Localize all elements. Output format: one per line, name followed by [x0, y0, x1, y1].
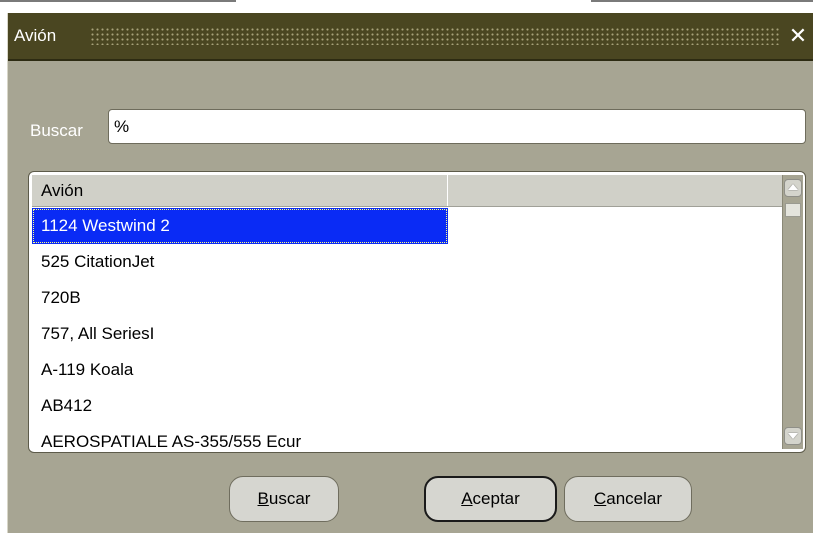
scroll-up-arrow-icon	[788, 184, 798, 190]
search-input[interactable]	[108, 109, 806, 144]
aircraft-list[interactable]: Avión 1124 Westwind 2 525 CitationJet 720B…	[28, 171, 806, 453]
cancelar-label: ancelar	[606, 489, 663, 508]
list-item[interactable]: 720B	[32, 280, 782, 316]
list-item[interactable]: 525 CitationJet	[32, 244, 782, 280]
title-bar-grip	[90, 27, 780, 45]
search-label: Buscar	[30, 121, 83, 140]
scroll-down-arrow-icon	[788, 433, 798, 439]
background-edge	[0, 0, 236, 2]
title-bar[interactable]: Avión ✕	[8, 13, 813, 61]
list-item[interactable]: AB412	[32, 388, 782, 424]
list-item[interactable]: AEROSPATIALE AS-355/555 Ecur	[32, 424, 782, 452]
scroll-up-button[interactable]	[784, 179, 802, 197]
list-rows: 1124 Westwind 2 525 CitationJet 720B 757, A…	[32, 208, 782, 452]
background-edge	[591, 0, 813, 2]
close-icon[interactable]: ✕	[786, 22, 810, 50]
column-header-empty	[448, 175, 782, 206]
vertical-scrollbar[interactable]	[782, 175, 803, 449]
cancelar-button[interactable]: Cancelar	[564, 476, 692, 522]
buscar-label: uscar	[268, 489, 311, 508]
avion-dialog: Avión ✕ Buscar Avión 1124 Westwind 2525 …	[7, 13, 813, 533]
dialog-title: Avión	[14, 26, 57, 45]
scroll-down-button[interactable]	[784, 427, 802, 445]
list-item[interactable]: A-119 Koala	[32, 352, 782, 388]
aceptar-button[interactable]: Aceptar	[424, 476, 557, 522]
list-header: Avión	[32, 175, 782, 207]
column-header-avion[interactable]: Avión	[32, 175, 448, 206]
buscar-button[interactable]: Buscar	[229, 476, 339, 522]
scroll-thumb[interactable]	[785, 203, 801, 217]
cancelar-mnemonic: C	[593, 489, 607, 508]
list-item[interactable]: 757, All SeriesI	[32, 316, 782, 352]
list-item-selected[interactable]: 1124 Westwind 2	[32, 208, 448, 244]
aceptar-label: ceptar	[472, 489, 520, 508]
buscar-mnemonic: B	[257, 489, 269, 508]
aceptar-mnemonic: A	[461, 489, 473, 508]
screen: Avión ✕ Buscar Avión 1124 Westwind 2525 …	[0, 0, 813, 539]
